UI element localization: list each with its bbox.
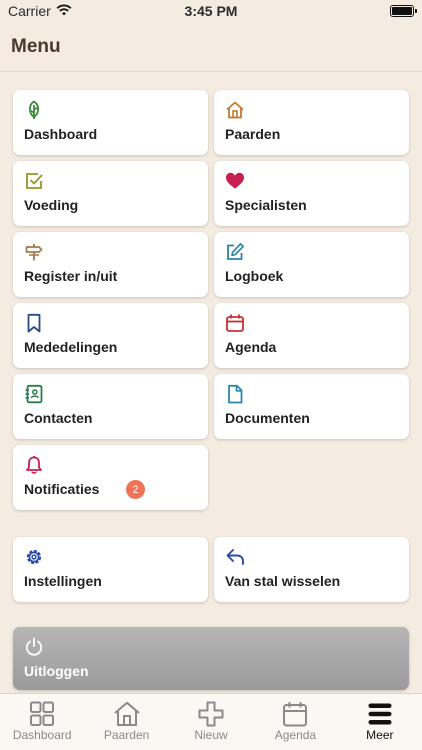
menu-tile-notificaties[interactable]: Notificaties 2 [13, 445, 208, 510]
page-title: Menu [11, 35, 61, 57]
menu-tile-label: Mededelingen [24, 339, 118, 355]
leaf-icon [24, 100, 44, 120]
tab-dashboard[interactable]: Dashboard [0, 694, 84, 750]
gear-icon [24, 547, 44, 567]
tab-paarden[interactable]: Paarden [84, 694, 168, 750]
notification-count-badge: 2 [126, 480, 145, 499]
bell-icon [24, 455, 44, 475]
menu-tile-mededelingen[interactable]: Mededelingen [13, 303, 208, 368]
menu-tile-label: Documenten [225, 410, 310, 426]
house-icon [113, 701, 140, 726]
tab-label: Agenda [274, 728, 317, 742]
menu-tile-label: Specialisten [225, 197, 307, 213]
grid-icon [30, 701, 55, 726]
battery-icon [390, 5, 417, 17]
menu-tile-documenten[interactable]: Documenten [214, 374, 409, 439]
house-icon [225, 100, 245, 120]
menu-tile-label: Instellingen [24, 573, 102, 589]
settings-grid: Instellingen Van stal wisselen [13, 537, 409, 602]
tab-nieuw[interactable]: Nieuw [169, 694, 253, 750]
undo-arrow-icon [225, 547, 245, 567]
document-icon [225, 384, 245, 404]
menu-tile-label: Paarden [225, 126, 281, 142]
menu-tile-dashboard[interactable]: Dashboard [13, 90, 208, 155]
menu-tile-label: Dashboard [24, 126, 98, 142]
menu-tile-specialisten[interactable]: Specialisten [214, 161, 409, 226]
menu-tile-register[interactable]: Register in/uit [13, 232, 208, 297]
menu-tile-label: Logboek [225, 268, 284, 284]
nav-header: Menu [0, 22, 422, 72]
plus-icon [198, 701, 224, 727]
heart-icon [225, 171, 245, 191]
logout-button[interactable]: Uitloggen [13, 627, 409, 690]
logout-label: Uitloggen [24, 663, 89, 679]
power-icon [24, 637, 44, 657]
checkbox-icon [24, 171, 44, 191]
menu-tile-contacten[interactable]: Contacten [13, 374, 208, 439]
tab-label: Paarden [103, 728, 150, 742]
menu-tile-logboek[interactable]: Logboek [214, 232, 409, 297]
tab-label: Meer [366, 728, 394, 742]
menu-tile-paarden[interactable]: Paarden [214, 90, 409, 155]
menu-tile-label: Notificaties [24, 481, 100, 497]
calendar-icon [283, 702, 308, 727]
menu-tile-label: Register in/uit [24, 268, 118, 284]
tab-agenda[interactable]: Agenda [253, 694, 337, 750]
menu-tile-label: Voeding [24, 197, 79, 213]
menu-tile-van-stal-wisselen[interactable]: Van stal wisselen [214, 537, 409, 602]
tab-label: Dashboard [12, 728, 72, 742]
menu-tile-label: Contacten [24, 410, 93, 426]
carrier-label: Carrier [8, 3, 51, 19]
edit-icon [225, 242, 245, 262]
calendar-icon [225, 313, 245, 333]
tab-meer[interactable]: Meer [338, 694, 422, 750]
wifi-icon [56, 3, 72, 19]
tab-bar: Dashboard Paarden Nieuw Agenda Meer [0, 693, 422, 750]
address-book-icon [24, 384, 44, 404]
menu-tile-voeding[interactable]: Voeding [13, 161, 208, 226]
menu-grid: Dashboard Paarden Voeding Specialisten R… [13, 90, 409, 510]
signpost-icon [24, 242, 44, 262]
status-bar: Carrier 3:45 PM [0, 0, 422, 22]
menu-icon [368, 703, 392, 725]
menu-tile-label: Agenda [225, 339, 277, 355]
bookmark-icon [24, 313, 44, 333]
tab-label: Nieuw [194, 728, 228, 742]
menu-tile-label: Van stal wisselen [225, 573, 341, 589]
menu-tile-instellingen[interactable]: Instellingen [13, 537, 208, 602]
menu-tile-agenda[interactable]: Agenda [214, 303, 409, 368]
